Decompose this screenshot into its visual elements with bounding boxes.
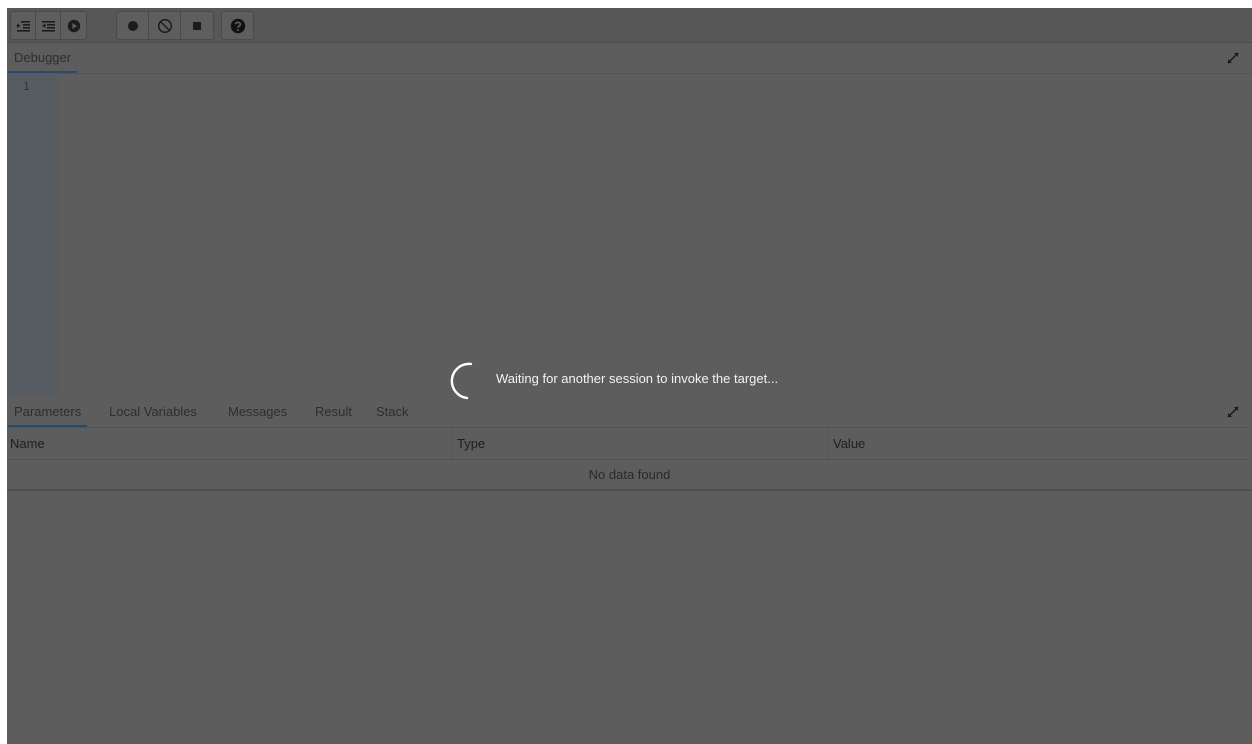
step-over-button[interactable] bbox=[36, 12, 61, 39]
continue-button[interactable] bbox=[61, 12, 86, 39]
step-into-button[interactable] bbox=[11, 12, 36, 39]
step-controls-group bbox=[10, 11, 87, 40]
tab-result[interactable]: Result bbox=[315, 397, 352, 427]
tab-local-variables[interactable]: Local Variables bbox=[109, 397, 197, 427]
toggle-breakpoint-button[interactable] bbox=[117, 12, 149, 39]
clear-breakpoints-icon bbox=[157, 18, 172, 33]
column-header-name[interactable]: Name bbox=[10, 429, 45, 459]
help-button[interactable] bbox=[222, 12, 253, 39]
debugger-toolbar bbox=[7, 8, 1252, 43]
continue-icon bbox=[67, 19, 80, 32]
expand-icon[interactable] bbox=[1226, 405, 1240, 419]
breakpoint-controls-group bbox=[116, 11, 214, 40]
table-header: Name Type Value bbox=[7, 429, 1252, 460]
line-number: 1 bbox=[23, 80, 30, 93]
loading-spinner-icon bbox=[450, 362, 473, 400]
debugger-window: Debugger 1 Parameters Local Variables Me… bbox=[7, 8, 1252, 744]
step-over-icon bbox=[42, 20, 55, 32]
tab-debugger[interactable]: Debugger bbox=[7, 43, 78, 73]
tab-stack[interactable]: Stack bbox=[376, 397, 409, 427]
stop-icon bbox=[193, 21, 201, 30]
tab-parameters[interactable]: Parameters bbox=[7, 397, 88, 427]
empty-state-message: No data found bbox=[7, 460, 1252, 491]
column-header-type[interactable]: Type bbox=[457, 429, 485, 459]
bottom-panel-header: Parameters Local Variables Messages Resu… bbox=[7, 397, 1252, 428]
loading-message: Waiting for another session to invoke th… bbox=[496, 371, 779, 386]
clear-breakpoints-button[interactable] bbox=[149, 12, 181, 39]
toggle-breakpoint-icon bbox=[127, 20, 138, 31]
code-editor[interactable]: 1 bbox=[7, 73, 1252, 395]
parameters-table: Name Type Value No data found bbox=[7, 429, 1252, 491]
column-divider bbox=[451, 429, 452, 459]
help-icon bbox=[230, 18, 245, 33]
step-into-icon bbox=[17, 20, 30, 32]
expand-icon[interactable] bbox=[1226, 51, 1240, 65]
stop-button[interactable] bbox=[181, 12, 213, 39]
debugger-panel-header: Debugger bbox=[7, 43, 1252, 74]
column-header-value[interactable]: Value bbox=[833, 429, 865, 459]
help-group bbox=[221, 11, 254, 40]
tab-messages[interactable]: Messages bbox=[228, 397, 287, 427]
column-divider bbox=[828, 429, 829, 459]
line-number-gutter: 1 bbox=[7, 73, 58, 395]
